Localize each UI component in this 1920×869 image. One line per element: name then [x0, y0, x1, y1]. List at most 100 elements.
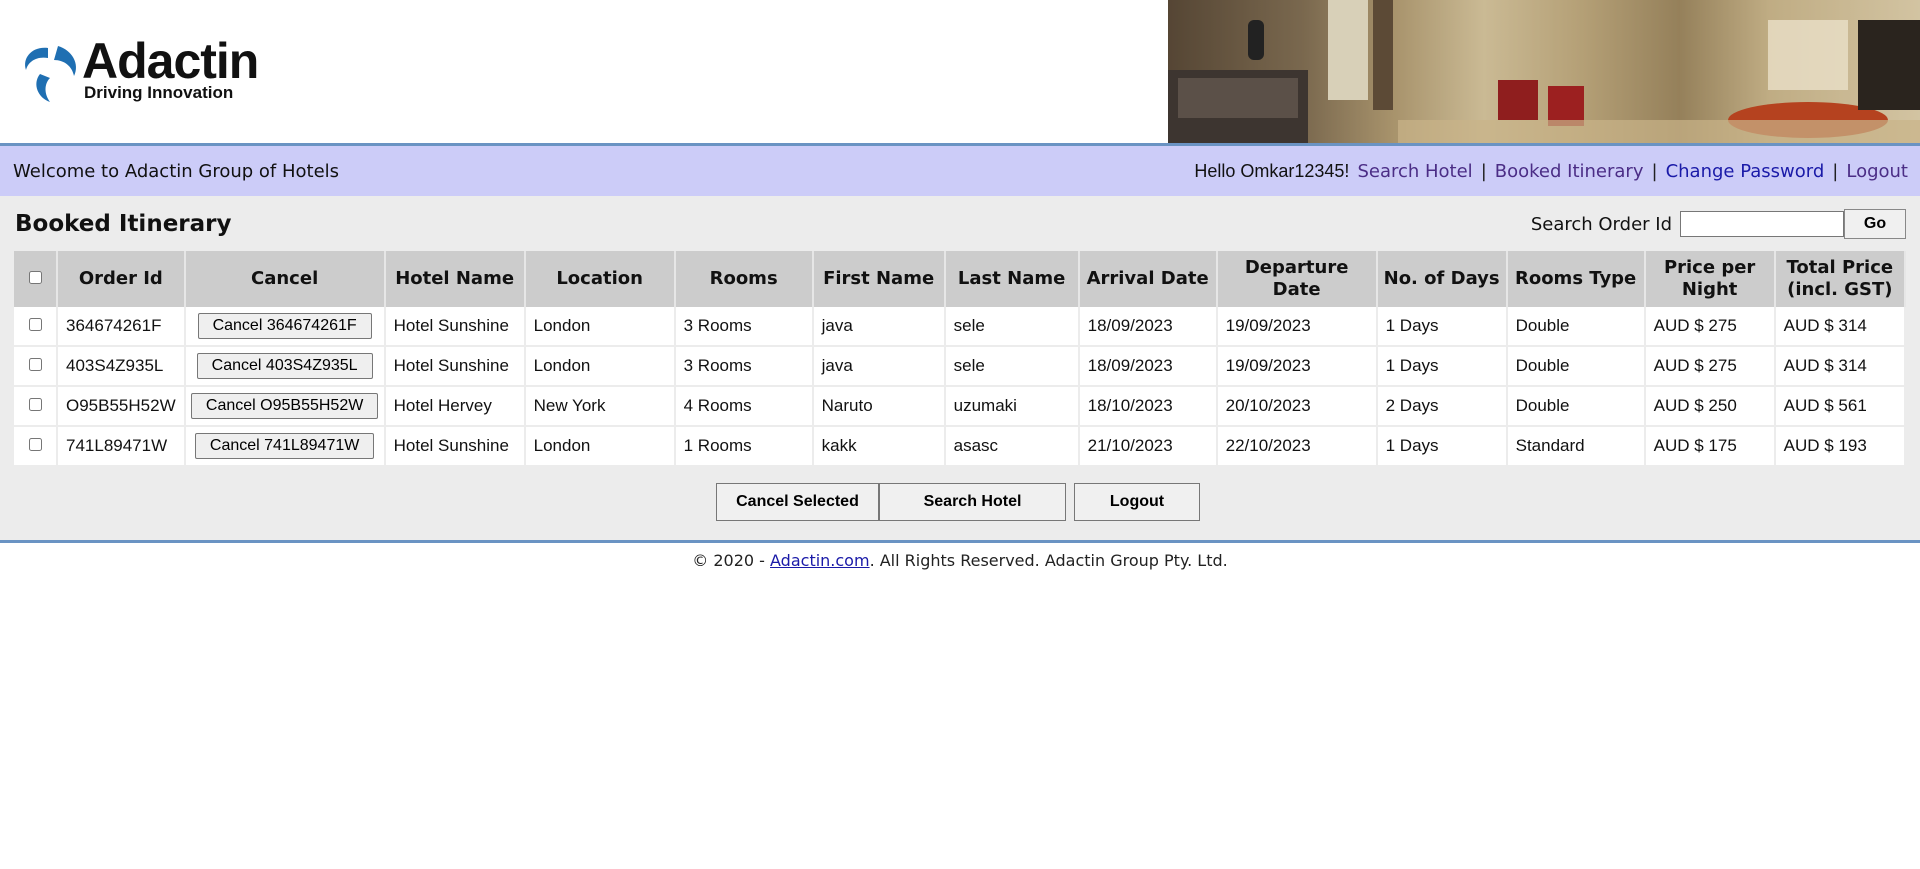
first-name-cell: kakk: [812, 426, 946, 467]
arrival-date-cell: 18/09/2023: [1078, 307, 1218, 347]
last-name-cell: sele: [944, 346, 1080, 387]
order-id-cell: 403S4Z935L: [57, 346, 186, 387]
go-button[interactable]: Go: [1844, 209, 1906, 239]
search-order-input[interactable]: [1680, 211, 1844, 237]
total-price-cell: AUD $ 561: [1774, 386, 1907, 427]
header-hotel-name: Hotel Name: [384, 251, 526, 307]
order-id-cell: 741L89471W: [57, 426, 186, 467]
rooms-cell: 3 Rooms: [674, 346, 814, 387]
search-hotel-button[interactable]: Search Hotel: [879, 483, 1066, 521]
welcome-text: Welcome to Adactin Group of Hotels: [13, 160, 340, 182]
last-name-cell: sele: [944, 307, 1080, 347]
greeting: Hello Omkar12345!: [1194, 160, 1350, 181]
itinerary-table: Order Id Cancel Hotel Name Location Room…: [14, 251, 1907, 467]
rooms-cell: 4 Rooms: [674, 386, 814, 427]
row-select-checkbox[interactable]: [28, 318, 42, 331]
hotel-name-cell: Hotel Hervey: [384, 386, 526, 427]
adactin-logo: Adactin Driving Innovation: [18, 36, 288, 106]
arrival-date-cell: 18/09/2023: [1078, 346, 1218, 387]
arrival-date-cell: 18/10/2023: [1078, 386, 1218, 427]
nav-separator: |: [1651, 160, 1658, 182]
hotel-name-cell: Hotel Sunshine: [384, 346, 526, 387]
cancel-selected-button[interactable]: Cancel Selected: [716, 483, 879, 521]
select-all-cell: [14, 251, 58, 307]
header-last-name: Last Name: [944, 251, 1080, 307]
departure-date-cell: 19/09/2023: [1216, 346, 1378, 387]
header-location: Location: [524, 251, 676, 307]
rooms-cell: 1 Rooms: [674, 426, 814, 467]
search-order-form: Search Order Id Go: [1531, 209, 1906, 239]
location-cell: London: [524, 307, 676, 347]
cancel-order-button[interactable]: Cancel 403S4Z935L: [196, 353, 373, 379]
first-name-cell: java: [812, 307, 946, 347]
rooms-type-cell: Double: [1506, 307, 1646, 347]
footer-prefix: © 2020 -: [692, 551, 771, 570]
price-per-night-cell: AUD $ 250: [1644, 386, 1776, 427]
first-name-cell: Naruto: [812, 386, 946, 427]
rooms-type-cell: Double: [1506, 386, 1646, 427]
total-price-cell: AUD $ 314: [1774, 307, 1907, 347]
header-order-id: Order Id: [57, 251, 186, 307]
logout-button[interactable]: Logout: [1074, 483, 1200, 521]
days-cell: 1 Days: [1376, 346, 1508, 387]
bulk-actions: Cancel Selected Search Hotel Logout: [14, 483, 1906, 521]
location-cell: London: [524, 346, 676, 387]
logo-tagline: Driving Innovation: [84, 83, 234, 102]
table-row: O95B55H52W Cancel O95B55H52W Hotel Herve…: [14, 386, 1907, 427]
price-per-night-cell: AUD $ 275: [1644, 346, 1776, 387]
header-no-of-days: No. of Days: [1376, 251, 1508, 307]
nav-logout-link[interactable]: Logout: [1846, 161, 1908, 182]
location-cell: London: [524, 426, 676, 467]
footer: © 2020 - Adactin.com. All Rights Reserve…: [0, 540, 1920, 570]
last-name-cell: asasc: [944, 426, 1080, 467]
welcome-bar: Welcome to Adactin Group of Hotels Hello…: [0, 143, 1920, 196]
nav-separator: |: [1832, 160, 1839, 182]
header-arrival-date: Arrival Date: [1078, 251, 1218, 307]
nav-change-password-link[interactable]: Change Password: [1666, 161, 1825, 182]
row-select-checkbox[interactable]: [28, 398, 42, 411]
row-select-checkbox[interactable]: [28, 358, 42, 371]
rooms-cell: 3 Rooms: [674, 307, 814, 347]
arrival-date-cell: 21/10/2023: [1078, 426, 1218, 467]
total-price-cell: AUD $ 193: [1774, 426, 1907, 467]
footer-suffix: . All Rights Reserved. Adactin Group Pty…: [869, 551, 1228, 570]
nav-search-hotel-link[interactable]: Search Hotel: [1357, 161, 1472, 182]
departure-date-cell: 22/10/2023: [1216, 426, 1378, 467]
rooms-type-cell: Standard: [1506, 426, 1646, 467]
header-first-name: First Name: [812, 251, 946, 307]
last-name-cell: uzumaki: [944, 386, 1080, 427]
hotel-lobby-image: [1168, 0, 1920, 143]
header-rooms: Rooms: [674, 251, 814, 307]
main-content: Booked Itinerary Search Order Id Go Orde…: [0, 196, 1920, 540]
header-price-per-night: Price per Night: [1644, 251, 1776, 307]
hotel-name-cell: Hotel Sunshine: [384, 307, 526, 347]
location-cell: New York: [524, 386, 676, 427]
logo-name: Adactin: [82, 33, 259, 89]
header-cancel: Cancel: [184, 251, 386, 307]
top-nav: Hello Omkar12345! Search Hotel | Booked …: [1194, 161, 1908, 182]
cancel-order-button[interactable]: Cancel 741L89471W: [194, 433, 375, 459]
order-id-cell: 364674261F: [57, 307, 186, 347]
footer-adactin-link[interactable]: Adactin.com: [770, 551, 870, 570]
order-id-cell: O95B55H52W: [57, 386, 186, 427]
price-per-night-cell: AUD $ 275: [1644, 307, 1776, 347]
table-header-row: Order Id Cancel Hotel Name Location Room…: [14, 251, 1907, 307]
price-per-night-cell: AUD $ 175: [1644, 426, 1776, 467]
departure-date-cell: 20/10/2023: [1216, 386, 1378, 427]
table-row: 364674261F Cancel 364674261F Hotel Sunsh…: [14, 307, 1907, 347]
header-total-price: Total Price (incl. GST): [1774, 251, 1907, 307]
cancel-order-button[interactable]: Cancel O95B55H52W: [190, 393, 379, 419]
nav-booked-itinerary-link[interactable]: Booked Itinerary: [1495, 161, 1644, 182]
departure-date-cell: 19/09/2023: [1216, 307, 1378, 347]
first-name-cell: java: [812, 346, 946, 387]
page-title: Booked Itinerary: [15, 211, 232, 237]
rooms-type-cell: Double: [1506, 346, 1646, 387]
cancel-order-button[interactable]: Cancel 364674261F: [197, 313, 372, 339]
nav-separator: |: [1480, 160, 1487, 182]
row-select-checkbox[interactable]: [28, 438, 42, 451]
days-cell: 1 Days: [1376, 307, 1508, 347]
header-departure-date: Departure Date: [1216, 251, 1378, 307]
total-price-cell: AUD $ 314: [1774, 346, 1907, 387]
logo-swirl-icon: [25, 46, 77, 102]
select-all-checkbox[interactable]: [28, 271, 42, 284]
